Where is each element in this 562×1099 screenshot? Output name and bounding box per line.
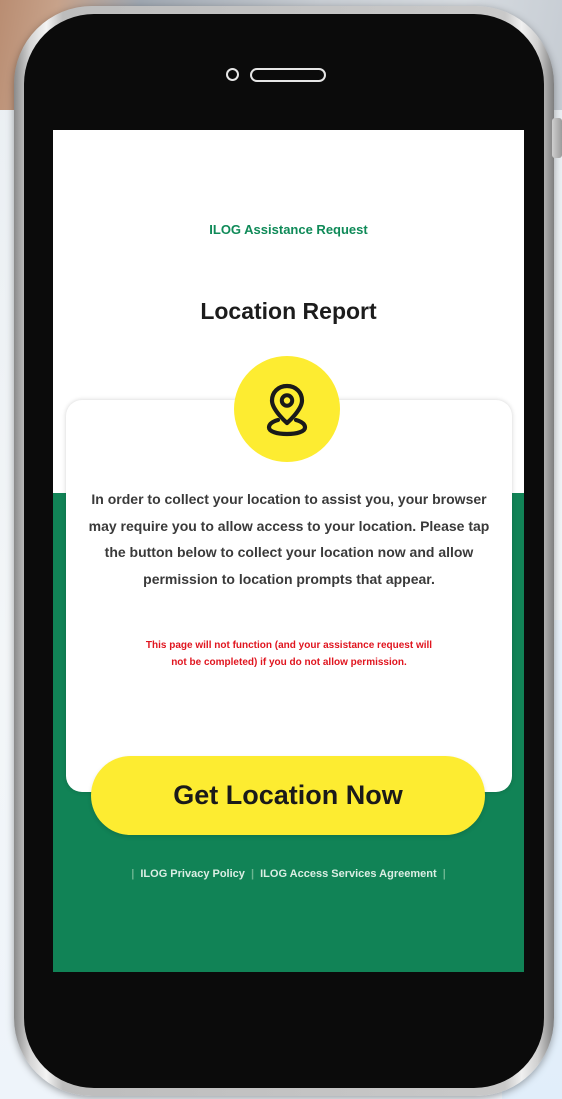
access-services-agreement-link[interactable]: ILOG Access Services Agreement	[260, 868, 437, 880]
front-camera-icon	[226, 68, 239, 81]
location-icon-badge	[234, 356, 340, 462]
phone-screen: ILOG Assistance Request Location Report …	[53, 130, 524, 972]
get-location-button[interactable]: Get Location Now	[91, 756, 485, 835]
earpiece-speaker-icon	[250, 68, 326, 82]
page-title: Location Report	[200, 298, 377, 324]
location-pin-icon	[266, 383, 308, 437]
privacy-policy-link[interactable]: ILOG Privacy Policy	[140, 868, 245, 880]
backdrop: ILOG Assistance Request Location Report …	[0, 0, 562, 1099]
footer-links: | ILOG Privacy Policy | ILOG Access Serv…	[53, 868, 524, 880]
link-separator: |	[250, 868, 255, 880]
instructions-text: In order to collect your location to ass…	[88, 491, 490, 587]
app-name: ILOG Assistance Request	[209, 222, 368, 237]
link-separator: |	[442, 868, 446, 880]
permission-warning-text: This page will not function (and your as…	[145, 640, 433, 668]
phone-side-button	[552, 118, 562, 158]
link-separator: |	[131, 868, 135, 880]
